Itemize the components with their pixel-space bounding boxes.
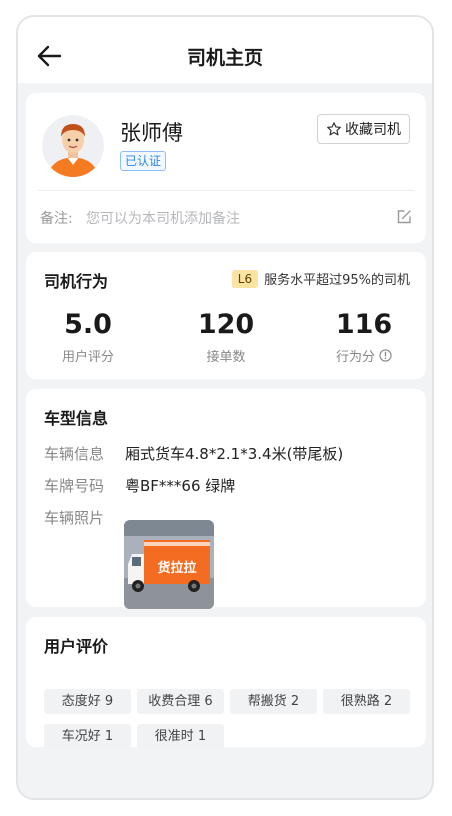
- favorite-label: 收藏司机: [345, 122, 401, 138]
- review-tag[interactable]: 很准时 1: [137, 724, 224, 749]
- vehicle-info-label: 车辆信息: [44, 445, 105, 463]
- stat-rating: 5.0 用户评分: [28, 309, 148, 366]
- vehicle-title: 车型信息: [44, 409, 109, 428]
- vehicle-info-value: 厢式货车4.8*2.1*3.4米(带尾板): [125, 445, 344, 463]
- behavior-title: 司机行为: [44, 272, 109, 291]
- verified-badge: 已认证: [120, 151, 167, 171]
- edit-icon[interactable]: [396, 209, 412, 225]
- vehicle-photo[interactable]: 货拉拉: [124, 520, 214, 609]
- page-title: 司机主页: [186, 47, 263, 69]
- review-tag[interactable]: 很熟路 2: [323, 689, 410, 714]
- review-tag[interactable]: 收费合理 6: [137, 689, 224, 714]
- level-text: 服务水平超过95%的司机: [264, 273, 410, 288]
- reviews-title: 用户评价: [44, 637, 109, 656]
- stat-behavior-score: 116 行为分: [304, 309, 424, 366]
- stat-label: 接单数: [206, 350, 246, 365]
- review-tag[interactable]: 帮搬货 2: [230, 689, 317, 714]
- note-input[interactable]: 您可以为本司机添加备注: [86, 208, 240, 228]
- plate-row: 车牌号码 粤BF***66 绿牌: [44, 475, 235, 496]
- driver-behavior-card: 司机行为 L6 服务水平超过95%的司机 5.0 用户评分 120 接单数 11…: [26, 252, 426, 379]
- stat-value: 116: [335, 309, 393, 340]
- photo-label: 车辆照片: [44, 509, 105, 527]
- user-reviews-card: 用户评价 态度好 9 收费合理 6 帮搬货 2 很熟路 2 车况好 1 很准时 …: [26, 617, 426, 749]
- review-tag[interactable]: 态度好 9: [44, 689, 131, 714]
- phone-frame: 司机主页 张师傅 已认证 收藏司机 备注: 您可以为本司机添加备注 司机行为 L…: [16, 15, 434, 800]
- driver-avatar: [42, 115, 104, 177]
- vehicle-info-row: 车辆信息 厢式货车4.8*2.1*3.4米(带尾板): [44, 443, 343, 464]
- service-level: L6 服务水平超过95%的司机: [231, 269, 410, 288]
- stat-label: 用户评分: [61, 350, 114, 365]
- plate-value: 粤BF***66 绿牌: [125, 477, 236, 495]
- note-label: 备注:: [40, 211, 73, 227]
- photo-row: 车辆照片: [44, 507, 125, 528]
- stat-orders: 120 接单数: [166, 309, 286, 366]
- driver-card: 张师傅 已认证 收藏司机 备注: 您可以为本司机添加备注: [26, 93, 426, 243]
- favorite-driver-button[interactable]: 收藏司机: [317, 114, 410, 144]
- plate-label: 车牌号码: [44, 477, 105, 495]
- stat-value: 5.0: [64, 309, 112, 340]
- level-badge: L6: [231, 269, 259, 288]
- divider: [38, 190, 414, 191]
- stat-value: 120: [197, 309, 255, 340]
- truck-logo-text: 货拉拉: [157, 560, 196, 576]
- top-bar: 司机主页: [18, 17, 432, 83]
- driver-name: 张师傅: [120, 121, 183, 145]
- stat-label: 行为分: [335, 350, 375, 365]
- review-tags: 态度好 9 收费合理 6 帮搬货 2 很熟路 2 车况好 1 很准时 1: [44, 689, 416, 749]
- review-tag[interactable]: 车况好 1: [44, 724, 131, 749]
- star-outline-icon: [327, 122, 341, 136]
- info-icon[interactable]: [379, 349, 392, 362]
- vehicle-info-card: 车型信息 车辆信息 厢式货车4.8*2.1*3.4米(带尾板) 车牌号码 粤BF…: [26, 389, 426, 609]
